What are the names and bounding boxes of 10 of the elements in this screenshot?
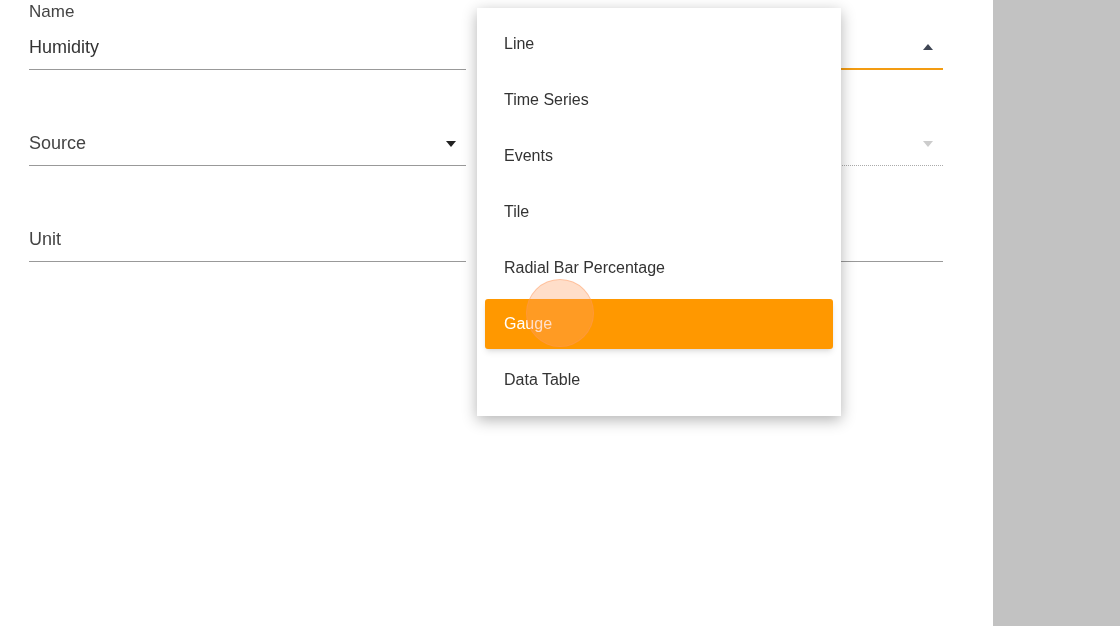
field-label: Name [29, 3, 76, 20]
menu-option[interactable]: Tile [477, 184, 841, 240]
menu-option[interactable]: Radial Bar Percentage [477, 240, 841, 296]
menu-option[interactable]: Time Series [477, 72, 841, 128]
input-field[interactable]: Humidity [29, 26, 466, 70]
menu-option[interactable]: Events [477, 128, 841, 184]
menu-option[interactable]: Data Table [477, 352, 841, 408]
menu-option[interactable]: Line [477, 16, 841, 72]
input-field[interactable]: Unit [29, 218, 466, 262]
select-field[interactable]: Source [29, 122, 466, 166]
